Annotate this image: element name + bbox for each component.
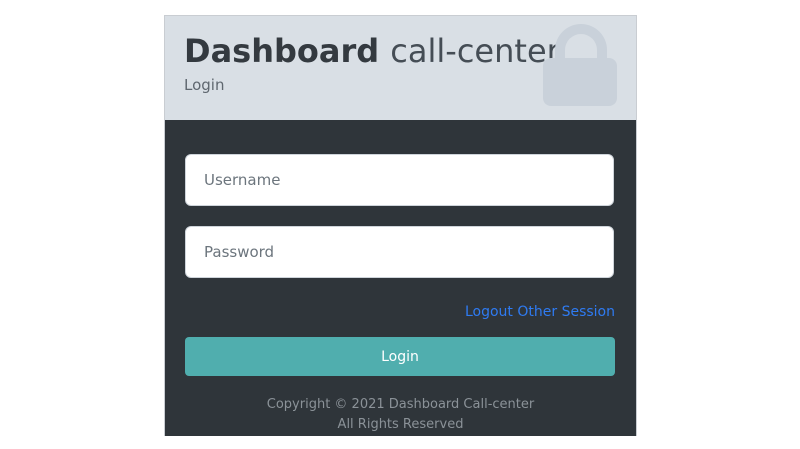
username-input[interactable]: [185, 154, 614, 206]
login-button[interactable]: Login: [185, 337, 615, 376]
logout-other-session-link[interactable]: Logout Other Session: [465, 304, 615, 320]
copyright-text: Copyright © 2021 Dashboard Call-center: [266, 397, 535, 412]
lock-icon: [543, 24, 617, 108]
rights-text: All Rights Reserved: [337, 417, 464, 432]
footer: Copyright © 2021 Dashboard Call-center A…: [165, 395, 636, 435]
login-form: Logout Other Session Login Copyright © 2…: [165, 120, 636, 436]
brand-subtitle: call-center: [390, 32, 560, 70]
brand-name: Dashboard: [184, 32, 380, 70]
password-input[interactable]: [185, 226, 614, 278]
login-subtitle: Login: [184, 76, 225, 94]
lock-body: [543, 58, 617, 106]
brand-title: Dashboard call-center: [184, 32, 560, 70]
login-header: Dashboard call-center Login: [165, 16, 636, 120]
login-box: Dashboard call-center Login Logout Other…: [164, 15, 637, 436]
